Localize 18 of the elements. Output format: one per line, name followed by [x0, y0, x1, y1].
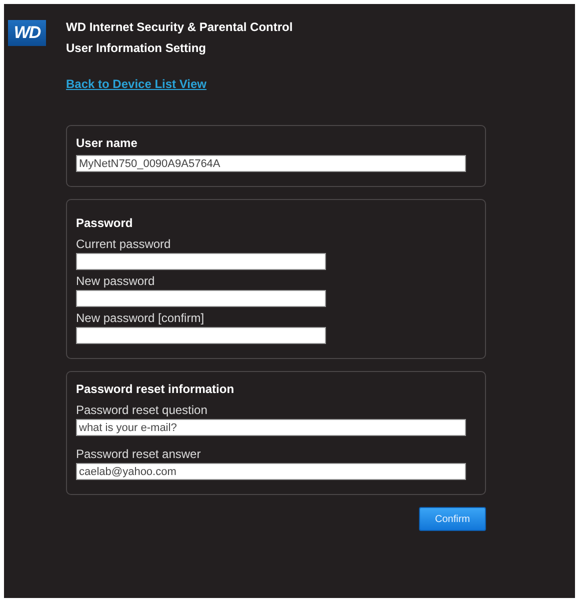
- input-field[interactable]: [76, 290, 326, 307]
- back-link[interactable]: Back to Device List View: [66, 77, 207, 91]
- field-label: Current password: [76, 237, 172, 251]
- wd-logo: WD: [8, 20, 46, 46]
- input-field[interactable]: caelab@yahoo.com: [76, 463, 466, 480]
- section-title: Password reset information: [76, 382, 236, 396]
- input-field[interactable]: what is your e-mail?: [76, 419, 466, 436]
- app-title: WD Internet Security & Parental Control: [66, 20, 294, 34]
- page-title: User Information Setting: [66, 41, 208, 55]
- section-title: Password: [76, 216, 134, 230]
- section-title: User name: [76, 136, 138, 150]
- field-label: Password reset answer: [76, 447, 202, 461]
- field-label: New password [confirm]: [76, 311, 206, 325]
- input-field[interactable]: MyNetN750_0090A9A5764A: [76, 155, 466, 172]
- field-label: New password: [76, 274, 156, 288]
- field-label: Password reset question: [76, 403, 208, 417]
- input-field[interactable]: [76, 327, 326, 344]
- input-field[interactable]: [76, 253, 326, 270]
